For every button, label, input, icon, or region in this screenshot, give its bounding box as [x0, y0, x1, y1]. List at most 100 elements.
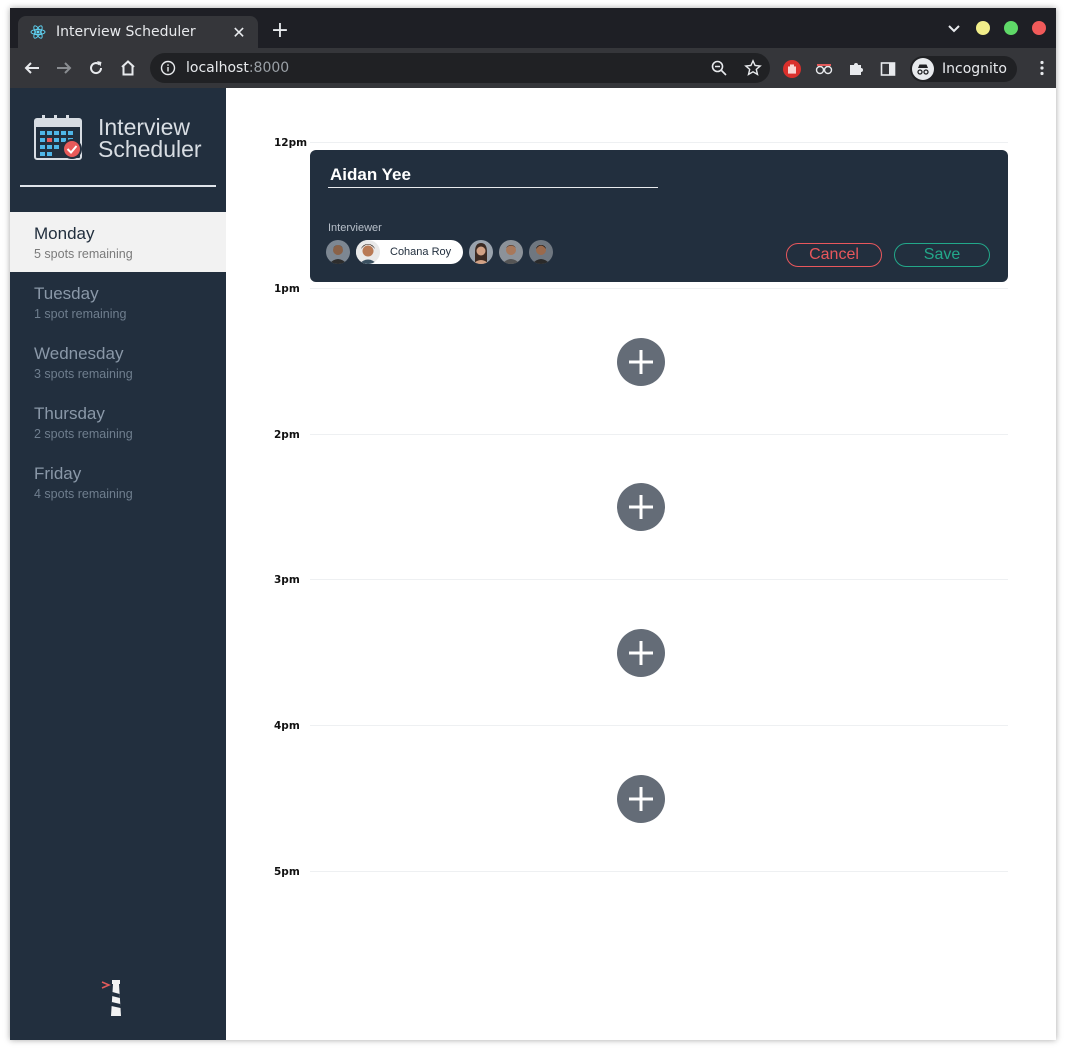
- save-button[interactable]: Save: [894, 243, 990, 267]
- appointment-form: Interviewer: [310, 150, 1008, 282]
- minimize-icon[interactable]: [976, 21, 990, 35]
- extensions-area: Incognito: [782, 56, 1017, 82]
- side-panel-button[interactable]: [878, 59, 898, 79]
- lighthouse-icon: [101, 980, 121, 1016]
- interviewer-list: Cohana Roy: [326, 240, 554, 264]
- interviewer-avatar-1[interactable]: [326, 240, 350, 264]
- app-name-line2: Scheduler: [98, 136, 202, 162]
- arrow-right-icon: [57, 62, 72, 74]
- add-appointment-button[interactable]: [617, 338, 665, 386]
- interviewer-avatar-selected: [356, 240, 380, 264]
- browser-window: Interview Scheduler ✕ + localhost:8000 …: [10, 8, 1056, 1040]
- day-item-friday[interactable]: Friday 4 spots remaining: [10, 452, 226, 512]
- url-host: localhost: [186, 60, 249, 76]
- slot-divider: [310, 725, 1008, 726]
- url-port: :8000: [248, 60, 290, 76]
- hand-stop-icon: [783, 60, 801, 78]
- time-label: 12pm: [274, 137, 308, 149]
- arrow-left-icon: [24, 62, 39, 74]
- time-label: 2pm: [274, 429, 300, 441]
- info-icon[interactable]: [160, 60, 176, 76]
- day-spots: 1 spot remaining: [34, 307, 127, 321]
- day-name: Tuesday: [34, 284, 99, 303]
- day-spots: 5 spots remaining: [34, 247, 133, 261]
- new-tab-button[interactable]: +: [268, 20, 292, 44]
- extensions-button[interactable]: [846, 59, 866, 79]
- reload-icon: [90, 61, 103, 75]
- time-label: 1pm: [274, 283, 300, 295]
- back-button[interactable]: [16, 52, 48, 84]
- day-spots: 3 spots remaining: [34, 367, 133, 381]
- day-name: Monday: [34, 224, 95, 243]
- slot-divider: [310, 288, 1008, 289]
- sidebar-divider: [20, 185, 216, 187]
- sidebar: Interview Scheduler Monday 5 spots remai…: [10, 88, 226, 1040]
- slot-divider: [310, 579, 1008, 580]
- reload-button[interactable]: [80, 52, 112, 84]
- zoom-out-icon[interactable]: [710, 59, 728, 77]
- app-root: Interview Scheduler Monday 5 spots remai…: [10, 88, 1056, 1040]
- home-button[interactable]: [112, 52, 144, 84]
- browser-toolbar: localhost:8000 Incognito: [10, 48, 1056, 88]
- side-panel-icon: [880, 62, 896, 76]
- student-name-input[interactable]: [328, 164, 658, 188]
- time-label: 3pm: [274, 574, 300, 586]
- plus-icon: [629, 787, 653, 811]
- incognito-icon: [912, 58, 934, 80]
- close-tab-icon[interactable]: ✕: [230, 23, 248, 42]
- schedule: 12pm Interviewer: [226, 88, 1056, 1040]
- day-spots: 4 spots remaining: [34, 487, 133, 501]
- slot-divider: [310, 142, 1008, 143]
- calendar-check-icon: [34, 115, 82, 160]
- spy-extension[interactable]: [814, 59, 834, 79]
- app-logo: Interview Scheduler: [34, 114, 202, 162]
- cancel-button[interactable]: Cancel: [786, 243, 882, 267]
- day-name: Thursday: [34, 404, 105, 423]
- slot-divider: [310, 434, 1008, 435]
- time-label: 4pm: [274, 720, 300, 732]
- stop-hand-extension[interactable]: [782, 59, 802, 79]
- plus-icon: [629, 495, 653, 519]
- puzzle-icon: [850, 63, 863, 75]
- star-icon[interactable]: [744, 59, 762, 77]
- interviewer-avatar-4[interactable]: [499, 240, 524, 264]
- day-item-monday[interactable]: Monday 5 spots remaining: [10, 212, 226, 272]
- time-label: 5pm: [274, 866, 300, 878]
- close-window-icon[interactable]: [1032, 21, 1046, 35]
- day-item-wednesday[interactable]: Wednesday 3 spots remaining: [10, 332, 226, 392]
- day-item-tuesday[interactable]: Tuesday 1 spot remaining: [10, 272, 226, 332]
- add-appointment-button[interactable]: [617, 629, 665, 677]
- day-name: Friday: [34, 464, 82, 483]
- slot-divider: [310, 871, 1008, 872]
- interviewer-name: Cohana Roy: [390, 246, 452, 258]
- incognito-indicator[interactable]: Incognito: [910, 56, 1017, 82]
- day-item-thursday[interactable]: Thursday 2 spots remaining: [10, 392, 226, 452]
- day-name: Wednesday: [34, 344, 124, 363]
- interviewer-avatar-3[interactable]: [469, 240, 494, 264]
- app-name-line1: Interview: [98, 114, 191, 140]
- forward-button[interactable]: [48, 52, 80, 84]
- day-list: Monday 5 spots remaining Tuesday 1 spot …: [10, 212, 226, 512]
- address-bar[interactable]: localhost:8000: [150, 53, 770, 83]
- plus-icon: [629, 350, 653, 374]
- tab-title: Interview Scheduler: [56, 24, 196, 40]
- omnibox-actions: [710, 59, 762, 77]
- browser-tab[interactable]: Interview Scheduler ✕: [18, 16, 258, 48]
- incognito-label: Incognito: [942, 61, 1007, 77]
- react-icon: [30, 25, 46, 39]
- spy-glasses-icon: [815, 64, 833, 75]
- interviewer-label: Interviewer: [328, 222, 382, 234]
- maximize-icon[interactable]: [1004, 21, 1018, 35]
- window-controls: [946, 20, 1046, 36]
- plus-icon: [629, 641, 653, 665]
- interviewer-selected[interactable]: Cohana Roy: [356, 240, 464, 264]
- more-vert-icon[interactable]: [1040, 60, 1044, 76]
- tab-strip: Interview Scheduler ✕ +: [10, 8, 1056, 48]
- add-appointment-button[interactable]: [617, 483, 665, 531]
- interviewer-avatar-5[interactable]: [529, 240, 554, 264]
- add-appointment-button[interactable]: [617, 775, 665, 823]
- chevron-down-icon[interactable]: [946, 20, 962, 36]
- day-spots: 2 spots remaining: [34, 427, 133, 441]
- home-icon: [121, 60, 135, 76]
- app-name: Interview Scheduler: [98, 114, 202, 162]
